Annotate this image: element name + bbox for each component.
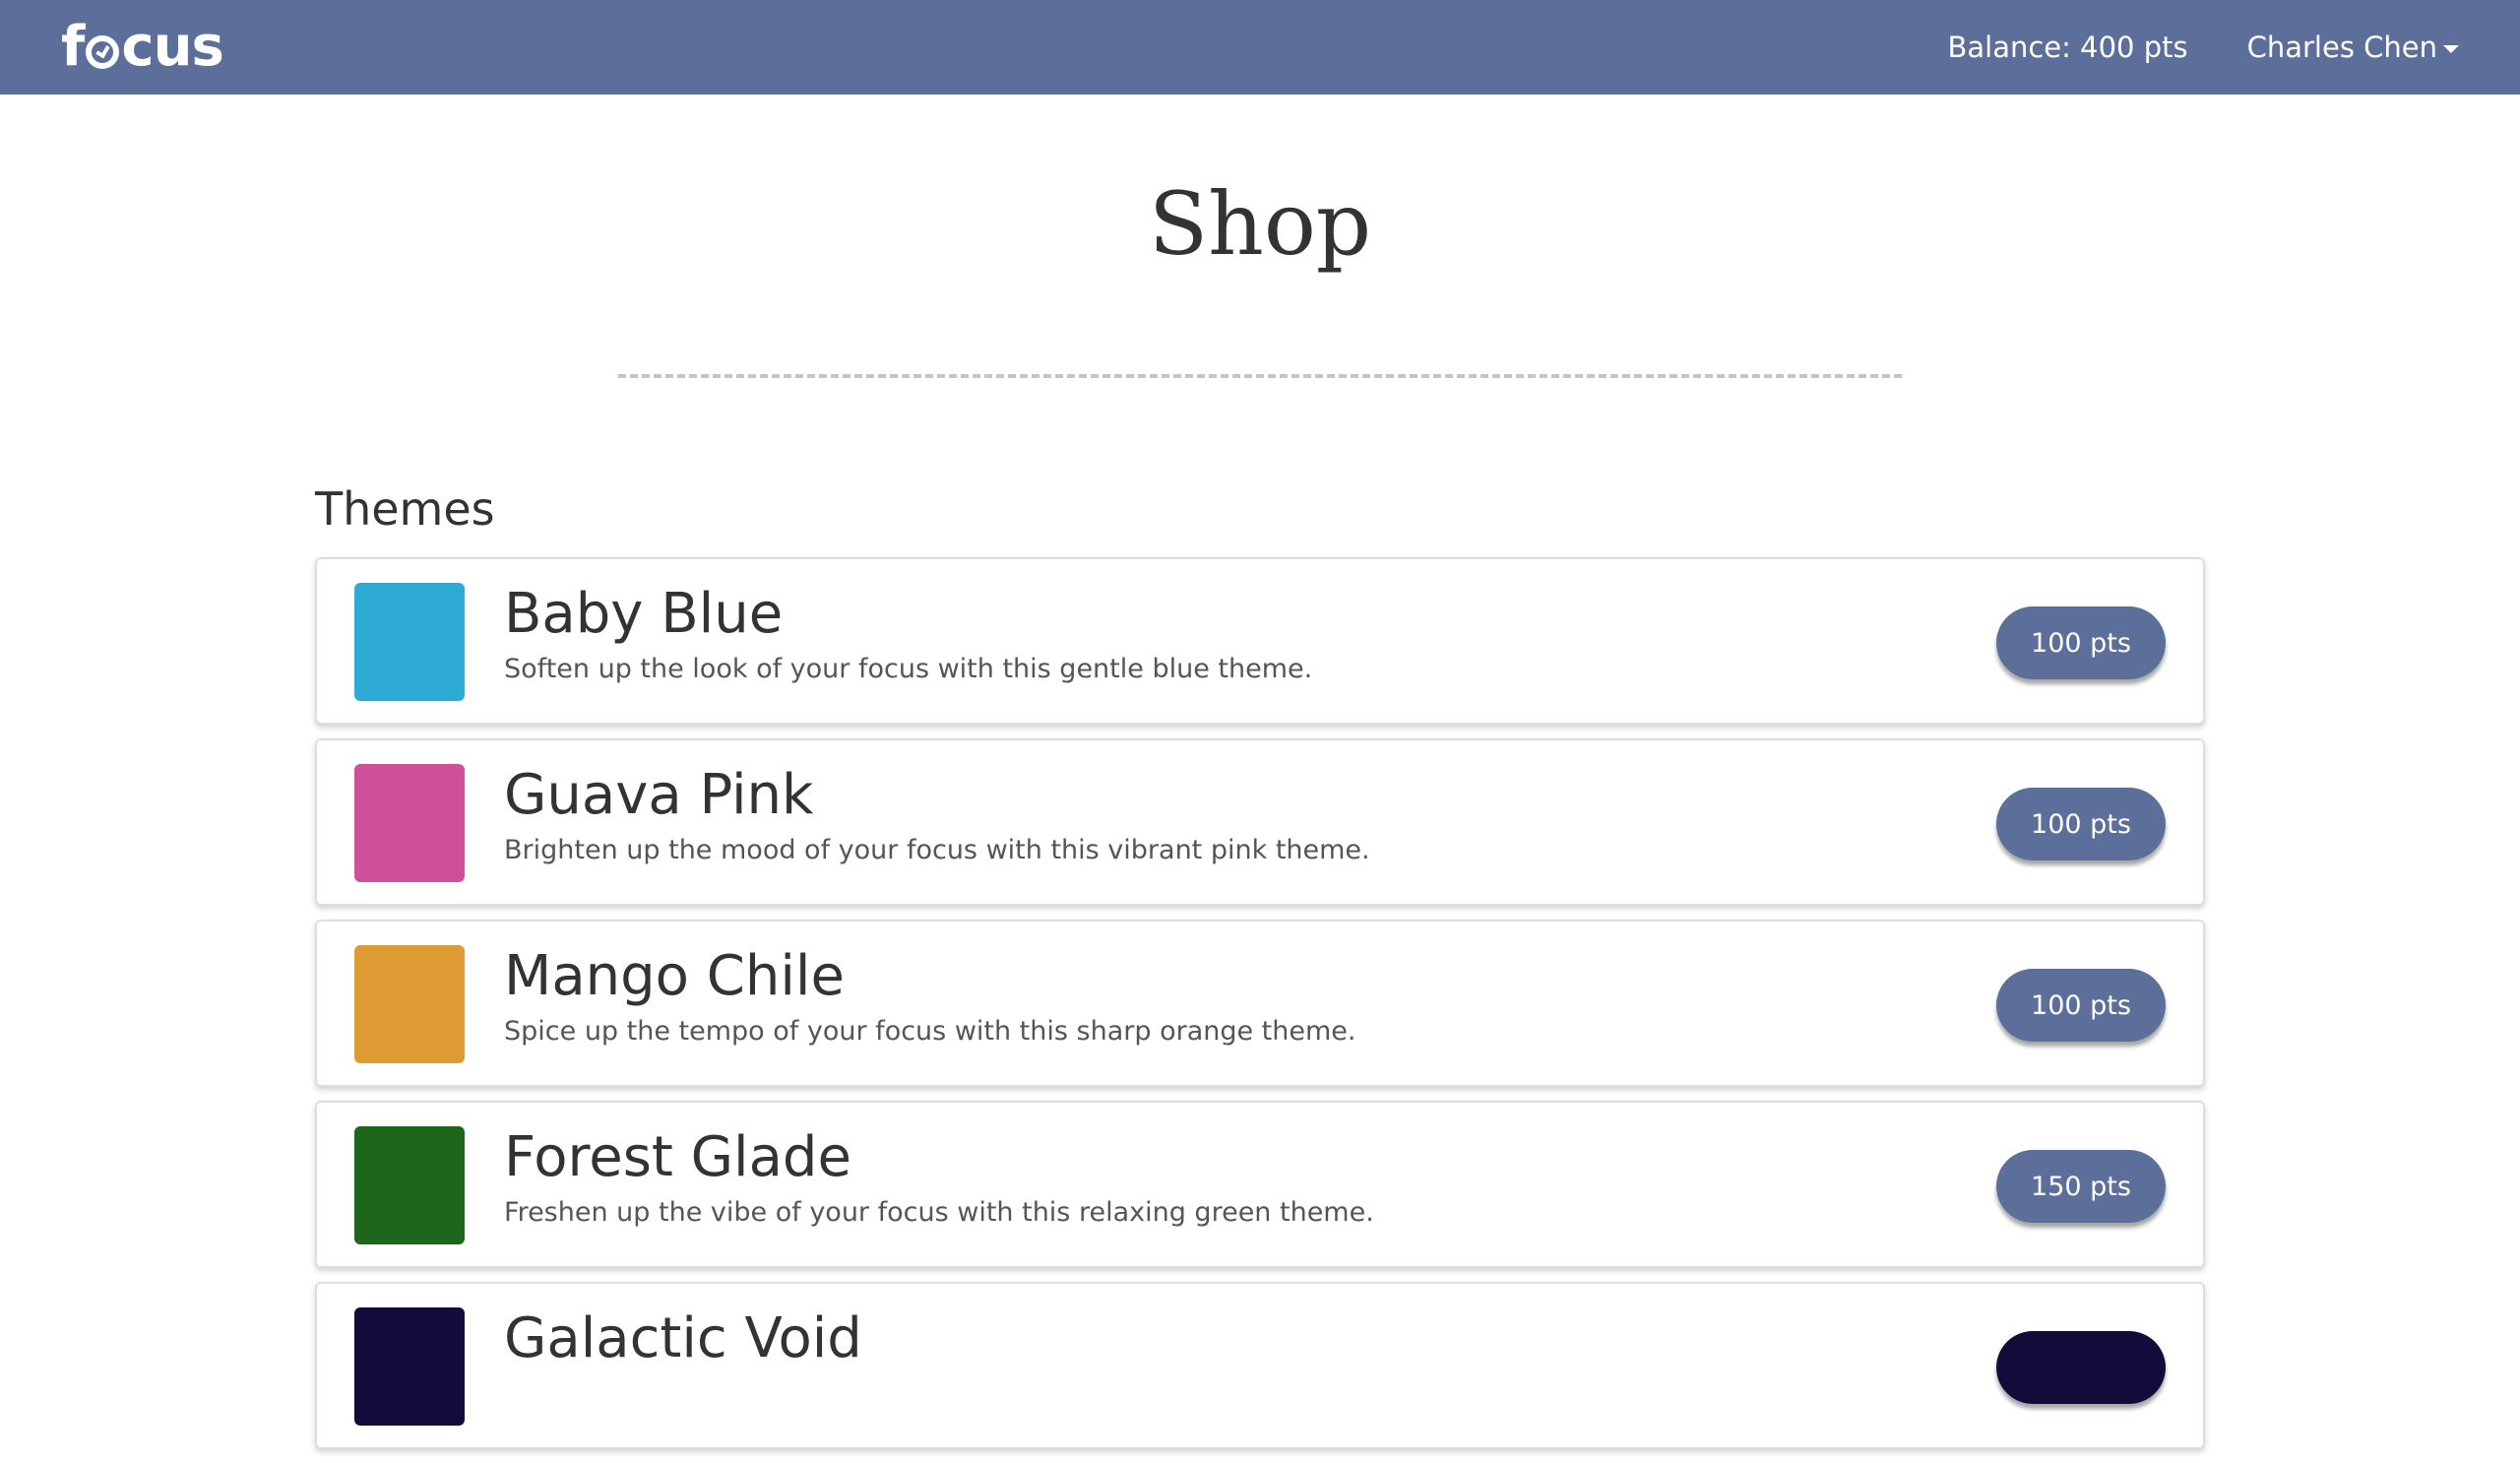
user-menu-toggle[interactable]: Charles Chen: [2247, 31, 2459, 64]
buy-button[interactable]: [1996, 1331, 2166, 1404]
theme-swatch: [354, 945, 465, 1063]
theme-swatch: [354, 1126, 465, 1244]
navbar-right: Balance: 400 pts Charles Chen: [1947, 31, 2459, 64]
theme-card-mango-chile: Mango Chile Spice up the tempo of your f…: [315, 920, 2205, 1087]
theme-description: Spice up the tempo of your focus with th…: [504, 1016, 1356, 1048]
theme-text: Guava Pink Brighten up the mood of your …: [504, 763, 1370, 866]
theme-name: Baby Blue: [504, 582, 784, 646]
logo-text-f: f: [61, 15, 85, 79]
buy-button[interactable]: 100 pts: [1996, 788, 2166, 860]
theme-list: Baby Blue Soften up the look of your foc…: [315, 557, 2205, 1463]
theme-name: Galactic Void: [504, 1306, 862, 1370]
theme-text: Galactic Void: [504, 1306, 862, 1378]
theme-text: Baby Blue Soften up the look of your foc…: [504, 582, 1313, 685]
buy-button[interactable]: 100 pts: [1996, 606, 2166, 679]
theme-card-baby-blue: Baby Blue Soften up the look of your foc…: [315, 557, 2205, 725]
theme-description: Brighten up the mood of your focus with …: [504, 835, 1370, 866]
theme-card-forest-glade: Forest Glade Freshen up the vibe of your…: [315, 1101, 2205, 1268]
theme-card-guava-pink: Guava Pink Brighten up the mood of your …: [315, 738, 2205, 906]
theme-swatch: [354, 583, 465, 701]
theme-name: Guava Pink: [504, 763, 814, 827]
user-name: Charles Chen: [2246, 31, 2437, 64]
theme-name: Forest Glade: [504, 1125, 851, 1189]
points-balance: Balance: 400 pts: [1947, 31, 2188, 64]
theme-description: Soften up the look of your focus with th…: [504, 654, 1313, 685]
logo-text-cus: cus: [121, 15, 223, 79]
page-title: Shop: [1148, 173, 1372, 275]
theme-card-galactic-void: Galactic Void: [315, 1282, 2205, 1449]
theme-description: Freshen up the vibe of your focus with t…: [504, 1197, 1374, 1229]
clock-icon: [86, 35, 120, 69]
focus-logo[interactable]: f cus: [61, 15, 224, 79]
section-heading-themes: Themes: [315, 482, 495, 536]
title-divider: [618, 374, 1902, 378]
caret-down-icon: [2443, 45, 2459, 53]
theme-swatch: [354, 764, 465, 882]
theme-swatch: [354, 1307, 465, 1426]
top-navbar: f cus Balance: 400 pts Charles Chen: [0, 0, 2520, 95]
buy-button[interactable]: 100 pts: [1996, 969, 2166, 1042]
theme-name: Mango Chile: [504, 944, 845, 1008]
theme-text: Mango Chile Spice up the tempo of your f…: [504, 944, 1356, 1048]
theme-text: Forest Glade Freshen up the vibe of your…: [504, 1125, 1374, 1229]
buy-button[interactable]: 150 pts: [1996, 1150, 2166, 1223]
